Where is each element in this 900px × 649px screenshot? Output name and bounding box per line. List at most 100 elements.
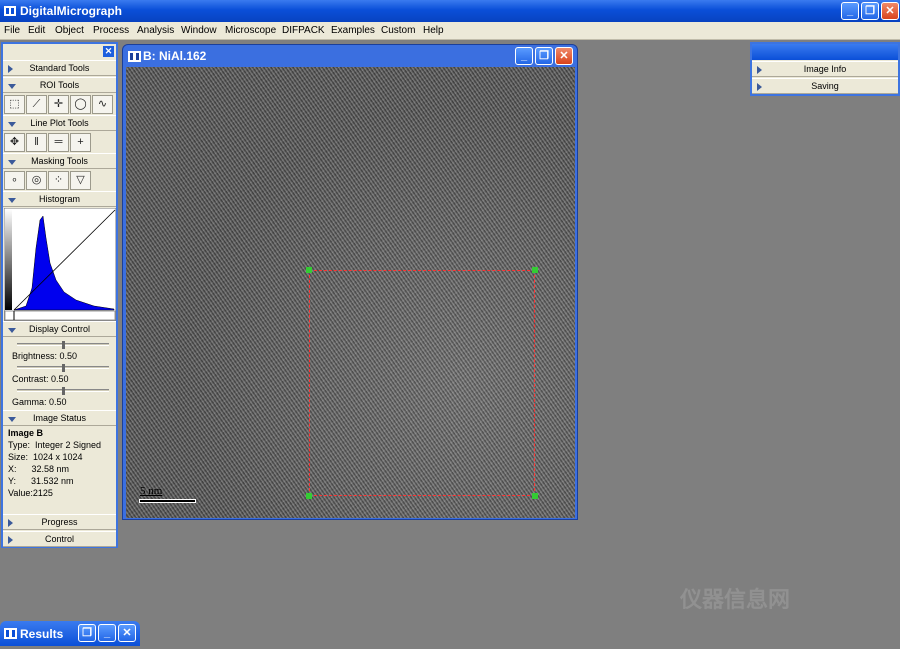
section-label: Histogram: [38, 194, 80, 204]
move-icon[interactable]: ✥: [4, 133, 25, 152]
slider-knob[interactable]: [62, 387, 65, 395]
status-type: Type: Integer 2 Signed: [8, 440, 102, 450]
menu-examples[interactable]: Examples: [331, 25, 375, 36]
scale-bar: [139, 499, 196, 503]
menu-microscope[interactable]: Microscope: [225, 25, 276, 36]
expand-arrow-icon: [8, 536, 13, 544]
collapse-arrow-icon: [8, 160, 16, 165]
section-line-plot-tools[interactable]: Line Plot Tools: [3, 115, 116, 131]
line-plot-toolbar: ✥ ‖ ═ +: [4, 132, 115, 152]
section-standard-tools[interactable]: Standard Tools: [3, 60, 116, 76]
menu-window[interactable]: Window: [181, 25, 217, 36]
results-close-button[interactable]: ✕: [118, 624, 136, 642]
rect-roi-icon[interactable]: ⬚: [4, 95, 25, 114]
close-button[interactable]: ✕: [881, 2, 899, 20]
tools-panel: ✕ Standard Tools ROI Tools ⬚ ⟋ ✛ ◯ ∿ Lin…: [1, 42, 118, 548]
section-image-info[interactable]: Image Info: [752, 61, 898, 77]
roi-handle-bottom-right[interactable]: [532, 493, 538, 499]
contrast-slider[interactable]: [17, 364, 109, 372]
menu-analysis[interactable]: Analysis: [137, 25, 174, 36]
status-value: Value:2125: [8, 488, 53, 498]
plus-icon[interactable]: +: [70, 133, 91, 152]
slider-knob[interactable]: [62, 364, 65, 372]
roi-handle-top-right[interactable]: [532, 267, 538, 273]
section-label: Line Plot Tools: [30, 118, 89, 128]
results-restore-button[interactable]: ❐: [78, 624, 96, 642]
expand-arrow-icon: [757, 66, 762, 74]
expand-arrow-icon: [757, 83, 762, 91]
collapse-arrow-icon: [8, 328, 16, 333]
collapse-arrow-icon: [8, 198, 16, 203]
rect-roi[interactable]: [306, 267, 538, 499]
wedge-mask-icon[interactable]: ▽: [70, 171, 91, 190]
section-saving[interactable]: Saving: [752, 78, 898, 94]
app-icon: [4, 6, 16, 16]
section-label: Control: [44, 534, 74, 544]
section-roi-tools[interactable]: ROI Tools: [3, 77, 116, 93]
roi-toolbar: ⬚ ⟋ ✛ ◯ ∿: [4, 94, 115, 114]
status-x: X: 32.58 nm: [8, 464, 70, 474]
section-progress[interactable]: Progress: [3, 514, 116, 530]
brightness-slider[interactable]: [17, 341, 109, 349]
section-histogram[interactable]: Histogram: [3, 191, 116, 207]
image-window-title: B: NiAl.162: [143, 49, 207, 63]
horizontal-lines-icon[interactable]: ═: [48, 133, 69, 152]
section-label: Masking Tools: [31, 156, 88, 166]
menu-bar: File Edit Object Process Analysis Window…: [0, 22, 900, 40]
section-control[interactable]: Control: [3, 531, 116, 547]
results-icon: [4, 628, 17, 639]
point-roi-icon[interactable]: ✛: [48, 95, 69, 114]
contrast-label: Contrast: 0.50: [12, 374, 69, 384]
image-minimize-button[interactable]: _: [515, 47, 533, 65]
app-titlebar[interactable]: DigitalMicrograph _ ❐ ✕: [0, 0, 900, 22]
line-roi-icon[interactable]: ⟋: [26, 95, 47, 114]
info-panel-header[interactable]: [752, 44, 898, 60]
results-maximize-button[interactable]: _: [98, 624, 116, 642]
gamma-slider[interactable]: [17, 387, 109, 395]
results-window[interactable]: Results ❐ _ ✕: [0, 621, 140, 646]
menu-edit[interactable]: Edit: [28, 25, 45, 36]
status-y: Y: 31.532 nm: [8, 476, 74, 486]
lasso-roi-icon[interactable]: ◯: [70, 95, 91, 114]
freehand-roi-icon[interactable]: ∿: [92, 95, 113, 114]
image-maximize-button[interactable]: ❐: [535, 47, 553, 65]
roi-handle-bottom-left[interactable]: [306, 493, 312, 499]
restore-button[interactable]: ❐: [861, 2, 879, 20]
array-mask-icon[interactable]: ⁘: [48, 171, 69, 190]
histogram-plot[interactable]: [4, 208, 116, 321]
menu-file[interactable]: File: [4, 25, 20, 36]
menu-custom[interactable]: Custom: [381, 25, 415, 36]
slider-knob[interactable]: [62, 341, 65, 349]
hrtem-image[interactable]: 5 nm: [126, 67, 575, 518]
menu-process[interactable]: Process: [93, 25, 129, 36]
gamma-label: Gamma: 0.50: [12, 397, 67, 407]
spot-mask-icon[interactable]: ∘: [4, 171, 25, 190]
image-window[interactable]: B: NiAl.162 _ ❐ ✕ 5 nm: [122, 44, 578, 520]
section-label: Progress: [41, 517, 78, 527]
status-image-name: Image B: [8, 428, 44, 438]
masking-toolbar: ∘ ◎ ⁘ ▽: [4, 170, 115, 190]
menu-object[interactable]: Object: [55, 25, 84, 36]
brightness-label: Brightness: 0.50: [12, 351, 78, 361]
vertical-lines-icon[interactable]: ‖: [26, 133, 47, 152]
section-display-control[interactable]: Display Control: [3, 321, 116, 337]
section-image-status[interactable]: Image Status: [3, 410, 116, 426]
section-label: Display Control: [28, 324, 91, 334]
collapse-arrow-icon: [8, 122, 16, 127]
menu-help[interactable]: Help: [423, 25, 444, 36]
ring-mask-icon[interactable]: ◎: [26, 171, 47, 190]
section-masking-tools[interactable]: Masking Tools: [3, 153, 116, 169]
minimize-button[interactable]: _: [841, 2, 859, 20]
info-panel: Image Info Saving: [750, 42, 900, 96]
menu-difpack[interactable]: DIFPACK: [282, 25, 325, 36]
roi-handle-top-left[interactable]: [306, 267, 312, 273]
section-label: Image Status: [32, 413, 87, 423]
image-close-button[interactable]: ✕: [555, 47, 573, 65]
section-label: ROI Tools: [39, 80, 80, 90]
tools-close-icon[interactable]: ✕: [103, 46, 114, 57]
section-label: Image Info: [803, 64, 847, 74]
app-title: DigitalMicrograph: [20, 4, 123, 18]
collapse-arrow-icon: [8, 417, 16, 422]
expand-arrow-icon: [8, 65, 13, 73]
watermark: 仪器信息网: [680, 587, 791, 612]
